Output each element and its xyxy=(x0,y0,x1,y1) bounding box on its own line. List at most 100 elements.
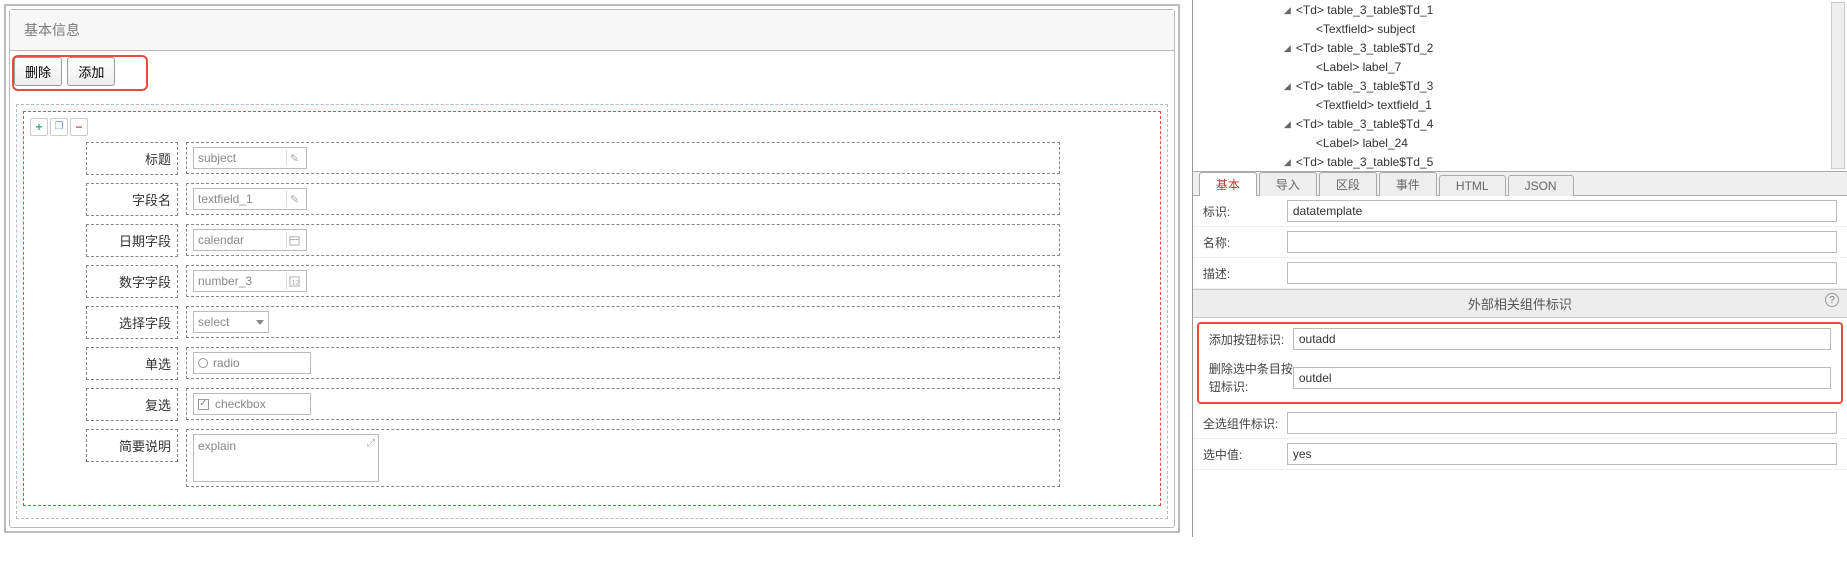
tab-JSON[interactable]: JSON xyxy=(1508,175,1574,196)
field-cell: select xyxy=(186,306,1060,338)
tree-node-label: <Label> label_24 xyxy=(1316,134,1408,153)
form-designer-canvas: 基本信息 删除 添加 + ❐ − 标题subject✎ 字段名textfield_… xyxy=(0,0,1184,537)
delete-button[interactable]: 删除 xyxy=(14,57,62,86)
template-selected[interactable]: + ❐ − 标题subject✎ 字段名textfield_1✎ 日期字段 calen… xyxy=(23,111,1161,506)
action-bar: 删除 添加 xyxy=(10,51,1174,104)
field-cell: explain⤢ xyxy=(186,429,1060,487)
chevron-down-icon xyxy=(256,320,264,325)
form-row: 简要说明 explain⤢ xyxy=(86,429,1154,487)
form-grid: 标题subject✎ 字段名textfield_1✎ 日期字段 calendar 数字字… xyxy=(86,142,1154,487)
addbtn-input[interactable] xyxy=(1293,328,1831,350)
help-icon[interactable]: ? xyxy=(1825,293,1839,307)
prop-row-selectall: 全选组件标识: xyxy=(1193,408,1847,439)
tab-区段[interactable]: 区段 xyxy=(1319,172,1377,196)
row-delete-icon[interactable]: − xyxy=(70,118,88,136)
field-cell: calendar xyxy=(186,224,1060,256)
edit-icon[interactable]: ✎ xyxy=(286,150,302,166)
tree-toggle-icon[interactable]: ◢ xyxy=(1283,44,1292,53)
date-input[interactable]: calendar xyxy=(193,229,307,251)
tree-toggle-icon[interactable]: ◢ xyxy=(1283,82,1292,91)
tree-node[interactable]: ◢ <Td> table_3_table$Td_2 xyxy=(1221,39,1839,58)
tree-node-label: <Label> label_7 xyxy=(1316,58,1401,77)
prop-row-addbtn: 添加按钮标识: xyxy=(1199,324,1841,354)
tree-node[interactable]: ◢ <Td> table_3_table$Td_1 xyxy=(1221,1,1839,20)
tree-toggle-icon[interactable] xyxy=(1303,63,1312,72)
selval-input[interactable] xyxy=(1287,443,1837,465)
row-add-icon[interactable]: + xyxy=(30,118,48,136)
row-copy-icon[interactable]: ❐ xyxy=(50,118,68,136)
selectall-label: 全选组件标识: xyxy=(1203,415,1287,432)
field-label: 简要说明 xyxy=(86,429,178,462)
tree-toggle-icon[interactable] xyxy=(1303,139,1312,148)
expand-icon[interactable]: ⤢ xyxy=(367,438,375,449)
number-icon[interactable]: 12 xyxy=(286,273,302,289)
tab-事件[interactable]: 事件 xyxy=(1379,172,1437,196)
form-row: 标题subject✎ xyxy=(86,142,1154,175)
form-row: 单选radio xyxy=(86,347,1154,380)
field-cell: number_312 xyxy=(186,265,1060,297)
id-input[interactable] xyxy=(1287,200,1837,222)
section-title: 外部相关组件标识 xyxy=(1468,297,1572,312)
tree-node[interactable]: <Textfield> subject xyxy=(1221,20,1839,39)
number-input[interactable]: number_312 xyxy=(193,270,307,292)
field-label: 选择字段 xyxy=(86,306,178,339)
component-tree[interactable]: ◢ <Td> table_3_table$Td_1<Textfield> subj… xyxy=(1193,0,1847,172)
properties-tabs: 基本导入区段事件HTMLJSON xyxy=(1193,172,1847,196)
add-button[interactable]: 添加 xyxy=(67,57,115,86)
fieldset-title: 基本信息 xyxy=(10,10,1174,51)
radio-icon xyxy=(198,358,208,368)
tree-toggle-icon[interactable] xyxy=(1303,101,1312,110)
tree-node[interactable]: ◢ <Td> table_3_table$Td_3 xyxy=(1221,77,1839,96)
field-label: 日期字段 xyxy=(86,224,178,257)
form-row: 字段名textfield_1✎ xyxy=(86,183,1154,216)
tree-node[interactable]: <Label> label_24 xyxy=(1221,134,1839,153)
tab-基本[interactable]: 基本 xyxy=(1199,172,1257,196)
form-row: 日期字段 calendar xyxy=(86,224,1154,257)
selectall-input[interactable] xyxy=(1287,412,1837,434)
row-toolbar: + ❐ − xyxy=(30,118,1154,136)
tree-toggle-icon[interactable]: ◢ xyxy=(1283,158,1292,167)
text-input[interactable]: subject✎ xyxy=(193,147,307,169)
template-outer: + ❐ − 标题subject✎ 字段名textfield_1✎ 日期字段 calen… xyxy=(16,104,1168,519)
name-input[interactable] xyxy=(1287,231,1837,253)
addbtn-label: 添加按钮标识: xyxy=(1209,331,1293,348)
form-row: 数字字段number_312 xyxy=(86,265,1154,298)
delbtn-input[interactable] xyxy=(1293,367,1831,389)
highlight-box-props: 添加按钮标识: 删除选中条目按钮标识: xyxy=(1197,322,1843,404)
properties-panel: ◢ <Td> table_3_table$Td_1<Textfield> subj… xyxy=(1192,0,1847,537)
tree-toggle-icon[interactable] xyxy=(1303,25,1312,34)
tab-导入[interactable]: 导入 xyxy=(1259,172,1317,196)
checkbox-icon: ✓ xyxy=(198,399,209,410)
basic-info-fieldset: 基本信息 删除 添加 + ❐ − 标题subject✎ 字段名textfield_… xyxy=(9,9,1175,528)
radio-input[interactable]: radio xyxy=(193,352,311,374)
outer-container: 基本信息 删除 添加 + ❐ − 标题subject✎ 字段名textfield_… xyxy=(4,4,1180,533)
checkbox-input[interactable]: ✓checkbox xyxy=(193,393,311,415)
form-row: 复选✓checkbox xyxy=(86,388,1154,421)
tree-toggle-icon[interactable]: ◢ xyxy=(1283,6,1292,15)
select-input[interactable]: select xyxy=(193,311,269,333)
textarea-input[interactable]: explain⤢ xyxy=(193,434,379,482)
name-label: 名称: xyxy=(1203,234,1287,251)
calendar-icon[interactable] xyxy=(286,232,302,248)
tree-node-label: <Td> table_3_table$Td_1 xyxy=(1296,1,1433,20)
prop-row-selval: 选中值: xyxy=(1193,439,1847,470)
desc-label: 描述: xyxy=(1203,265,1287,282)
tab-HTML[interactable]: HTML xyxy=(1439,175,1506,196)
tree-node[interactable]: ◢<Td> table_3_table$Td_5 xyxy=(1221,153,1839,172)
tree-toggle-icon[interactable]: ◢ xyxy=(1283,120,1292,129)
id-label: 标识: xyxy=(1203,203,1287,220)
delbtn-label: 删除选中条目按钮标识: xyxy=(1209,360,1293,396)
text-input[interactable]: textfield_1✎ xyxy=(193,188,307,210)
edit-icon[interactable]: ✎ xyxy=(286,191,302,207)
tree-node[interactable]: <Textfield> textfield_1 xyxy=(1221,96,1839,115)
field-cell: textfield_1✎ xyxy=(186,183,1060,215)
tree-node-label: <Textfield> subject xyxy=(1316,20,1415,39)
svg-text:12: 12 xyxy=(292,279,300,286)
tree-node[interactable]: <Label> label_7 xyxy=(1221,58,1839,77)
prop-row-name: 名称: xyxy=(1193,227,1847,258)
desc-input[interactable] xyxy=(1287,262,1837,284)
tree-node-label: <Td> table_3_table$Td_3 xyxy=(1296,77,1433,96)
tree-node-label: <Textfield> textfield_1 xyxy=(1316,96,1432,115)
tree-node[interactable]: ◢<Td> table_3_table$Td_4 xyxy=(1221,115,1839,134)
tree-node-label: <Td> table_3_table$Td_2 xyxy=(1296,39,1433,58)
